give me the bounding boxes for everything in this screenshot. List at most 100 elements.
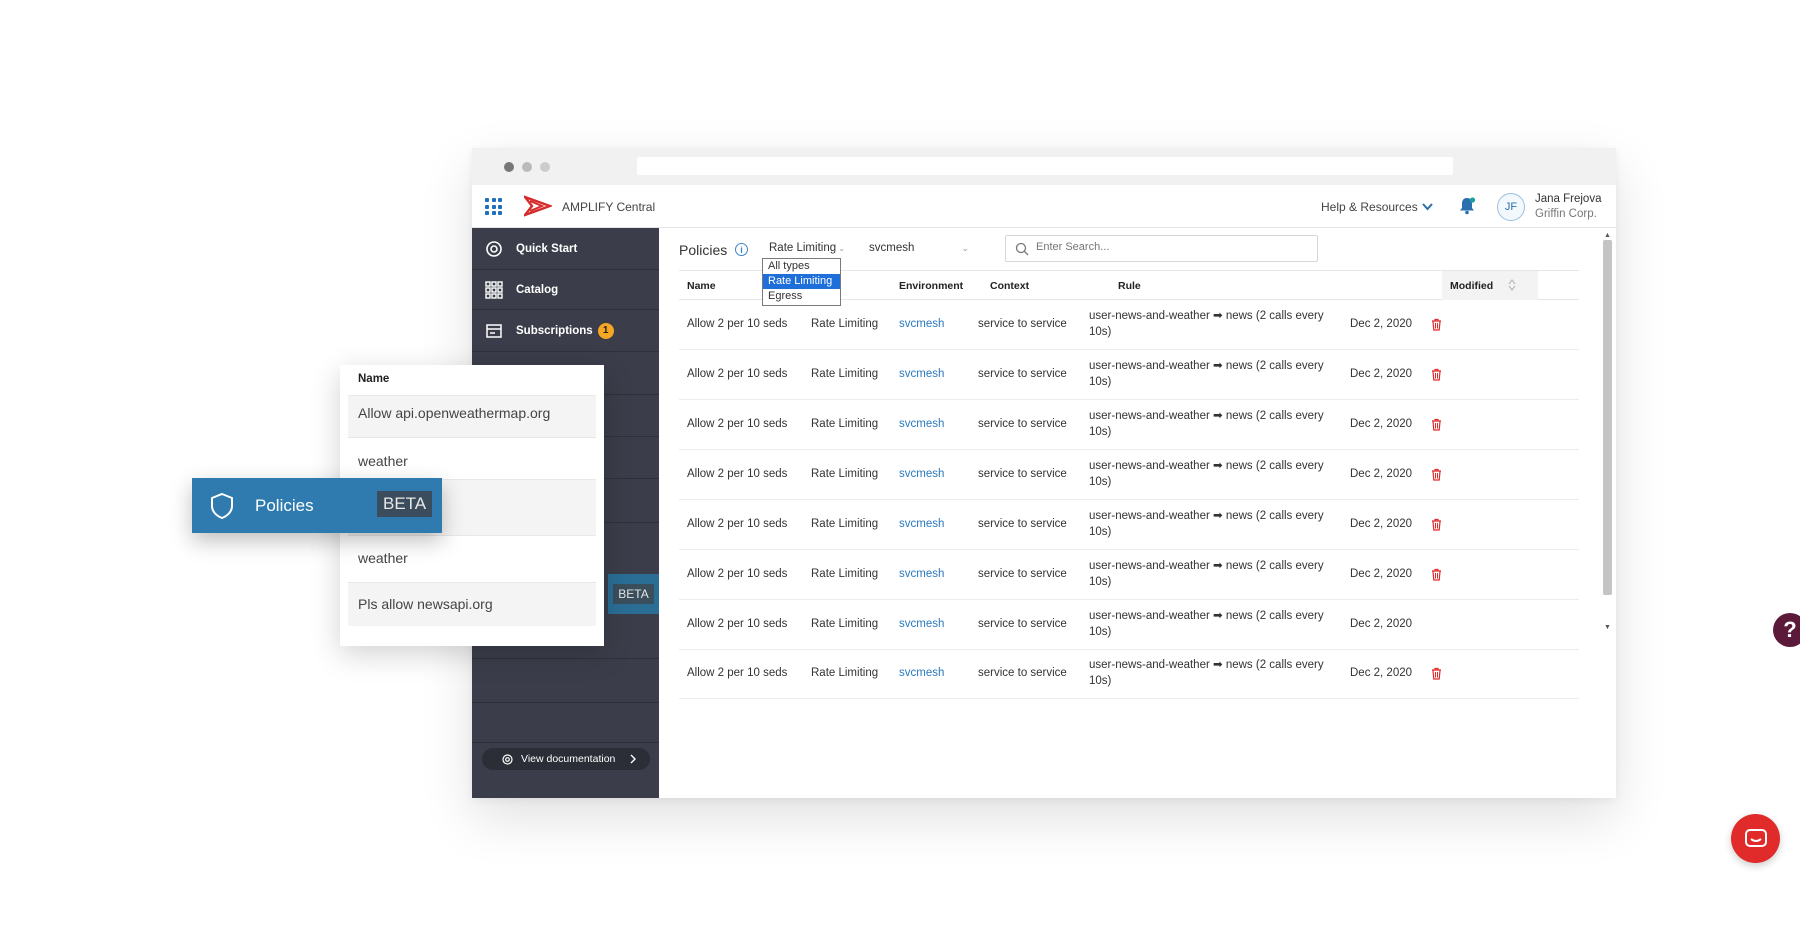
cell-modified: Dec 2, 2020 bbox=[1350, 468, 1413, 480]
view-documentation-label: View documentation bbox=[521, 753, 616, 765]
user-avatar[interactable]: JF bbox=[1497, 193, 1525, 221]
dropdown-option-rate-limiting[interactable]: Rate Limiting bbox=[763, 274, 840, 289]
cell-name: Allow 2 per 10 seds bbox=[687, 518, 788, 530]
list-item[interactable]: weather bbox=[348, 535, 596, 582]
cell-environment-link[interactable]: svcmesh bbox=[899, 568, 944, 580]
column-header-environment[interactable]: Environment bbox=[899, 280, 963, 292]
window-close-dot[interactable] bbox=[504, 162, 514, 172]
cell-environment-link[interactable]: svcmesh bbox=[899, 368, 944, 380]
cell-modified: Dec 2, 2020 bbox=[1350, 568, 1413, 580]
table-row[interactable]: Allow 2 per 10 seds Rate Limiting svcmesh s… bbox=[679, 400, 1579, 450]
scroll-down-arrow[interactable]: ▼ bbox=[1604, 624, 1611, 631]
dropdown-option-egress[interactable]: Egress bbox=[763, 289, 840, 304]
column-header-modified[interactable]: Modified bbox=[1450, 280, 1493, 292]
help-resources-menu[interactable]: Help & Resources bbox=[1321, 200, 1433, 214]
user-org: Griffin Corp. bbox=[1535, 208, 1597, 220]
cell-name: Allow 2 per 10 seds bbox=[687, 568, 788, 580]
window-minimize-dot[interactable] bbox=[522, 162, 532, 172]
cell-environment-link[interactable]: svcmesh bbox=[899, 318, 944, 330]
environment-filter-select[interactable]: svcmesh ⌄ bbox=[869, 242, 969, 254]
sidebar-item-quick-start[interactable]: Quick Start bbox=[472, 228, 659, 270]
column-header-context[interactable]: Context bbox=[990, 280, 1029, 292]
window-maximize-dot[interactable] bbox=[540, 162, 550, 172]
table-row[interactable]: Allow 2 per 10 seds Rate Limiting svcmesh s… bbox=[679, 350, 1579, 400]
main-content: Policies i Rate Limiting ⌄ svcmesh ⌄ All… bbox=[659, 228, 1800, 863]
sidebar-divider bbox=[472, 742, 659, 743]
beta-badge: BETA bbox=[377, 491, 433, 517]
scrollbar-thumb[interactable] bbox=[1603, 240, 1612, 595]
chevron-right-icon bbox=[630, 754, 637, 764]
cell-context: service to service bbox=[978, 667, 1067, 679]
dropdown-option-all-types[interactable]: All types bbox=[763, 259, 840, 274]
cell-modified: Dec 2, 2020 bbox=[1350, 418, 1413, 430]
column-header-name[interactable]: Name bbox=[687, 280, 716, 292]
help-button[interactable]: ? bbox=[1773, 613, 1800, 647]
trash-icon[interactable] bbox=[1431, 667, 1442, 680]
address-bar[interactable] bbox=[637, 157, 1453, 175]
cell-context: service to service bbox=[978, 368, 1067, 380]
cell-environment-link[interactable]: svcmesh bbox=[899, 468, 944, 480]
search-input[interactable] bbox=[1036, 241, 1306, 253]
type-filter-select[interactable]: Rate Limiting ⌄ bbox=[769, 242, 845, 254]
sidebar-divider bbox=[472, 658, 659, 659]
list-item[interactable]: Pls allow newsapi.org bbox=[348, 582, 596, 626]
sidebar-divider bbox=[472, 702, 659, 703]
sidebar-item-catalog[interactable]: Catalog bbox=[472, 270, 659, 310]
sidebar-item-subscriptions[interactable]: Subscriptions 1 bbox=[472, 310, 659, 352]
environment-filter-value: svcmesh bbox=[869, 242, 915, 254]
cell-rule: user-news-and-weather ➡ news (2 calls ev… bbox=[1089, 460, 1324, 488]
column-header-rule[interactable]: Rule bbox=[1118, 280, 1141, 292]
table-row[interactable]: Allow 2 per 10 seds Rate Limiting svcmesh s… bbox=[679, 500, 1579, 550]
table-row[interactable]: Allow 2 per 10 seds Rate Limiting svcmesh s… bbox=[679, 550, 1579, 600]
overlay-column-header: Name bbox=[358, 373, 390, 385]
cell-environment-link[interactable]: svcmesh bbox=[899, 618, 944, 630]
trash-icon[interactable] bbox=[1431, 468, 1442, 481]
chat-icon bbox=[1744, 828, 1767, 847]
table-row[interactable]: Allow 2 per 10 seds Rate Limiting svcmesh s… bbox=[679, 600, 1579, 650]
trash-icon[interactable] bbox=[1431, 518, 1442, 531]
trash-icon[interactable] bbox=[1431, 318, 1442, 331]
trash-icon[interactable] bbox=[1431, 368, 1442, 381]
sidebar-beta-indicator[interactable]: BETA bbox=[608, 574, 659, 614]
cell-modified: Dec 2, 2020 bbox=[1350, 318, 1413, 330]
list-item[interactable]: weather bbox=[348, 437, 596, 479]
info-icon[interactable]: i bbox=[735, 243, 748, 256]
policies-label: Policies bbox=[255, 495, 314, 515]
gear-icon bbox=[502, 753, 513, 765]
trash-icon[interactable] bbox=[1431, 418, 1442, 431]
cell-context: service to service bbox=[978, 618, 1067, 630]
cell-modified: Dec 2, 2020 bbox=[1350, 368, 1413, 380]
search-box[interactable] bbox=[1005, 235, 1318, 262]
cell-rule: user-news-and-weather ➡ news (2 calls ev… bbox=[1089, 560, 1324, 588]
table-row[interactable]: Allow 2 per 10 seds Rate Limiting svcmesh s… bbox=[679, 649, 1579, 699]
table-row[interactable]: Allow 2 per 10 seds Rate Limiting svcmesh s… bbox=[679, 300, 1579, 350]
scroll-up-arrow[interactable]: ▲ bbox=[1604, 232, 1611, 239]
grid-icon bbox=[485, 280, 503, 299]
cell-rule: user-news-and-weather ➡ news (2 calls ev… bbox=[1089, 610, 1324, 638]
chevron-down-icon bbox=[1421, 203, 1433, 211]
table-row[interactable]: Allow 2 per 10 seds Rate Limiting svcmesh s… bbox=[679, 450, 1579, 500]
cell-rule: user-news-and-weather ➡ news (2 calls ev… bbox=[1089, 410, 1324, 438]
cell-type: Rate Limiting bbox=[811, 667, 879, 679]
chat-button[interactable] bbox=[1731, 814, 1780, 863]
cell-environment-link[interactable]: svcmesh bbox=[899, 418, 944, 430]
cell-name: Allow 2 per 10 seds bbox=[687, 468, 788, 480]
cell-type: Rate Limiting bbox=[811, 618, 879, 630]
view-documentation-button[interactable]: View documentation bbox=[482, 748, 650, 770]
sort-icon[interactable] bbox=[1508, 279, 1516, 291]
type-dropdown-list[interactable]: All types Rate Limiting Egress bbox=[762, 258, 841, 306]
sidebar-item-label: Quick Start bbox=[516, 242, 578, 255]
cell-modified: Dec 2, 2020 bbox=[1350, 667, 1413, 679]
cell-environment-link[interactable]: svcmesh bbox=[899, 667, 944, 679]
cell-modified: Dec 2, 2020 bbox=[1350, 618, 1413, 630]
notification-bell-icon[interactable] bbox=[1457, 196, 1477, 216]
app-launcher-icon[interactable] bbox=[485, 198, 502, 215]
cell-environment-link[interactable]: svcmesh bbox=[899, 518, 944, 530]
policies-nav-callout[interactable]: Policies BETA bbox=[192, 478, 442, 533]
amplify-logo-icon bbox=[524, 195, 552, 217]
list-item[interactable]: Allow api.openweathermap.org bbox=[348, 395, 596, 437]
trash-icon[interactable] bbox=[1431, 568, 1442, 581]
browser-window: AMPLIFY Central Help & Resources JF Jana… bbox=[472, 148, 1800, 863]
cell-type: Rate Limiting bbox=[811, 568, 879, 580]
user-name: Jana Frejova bbox=[1535, 193, 1602, 205]
